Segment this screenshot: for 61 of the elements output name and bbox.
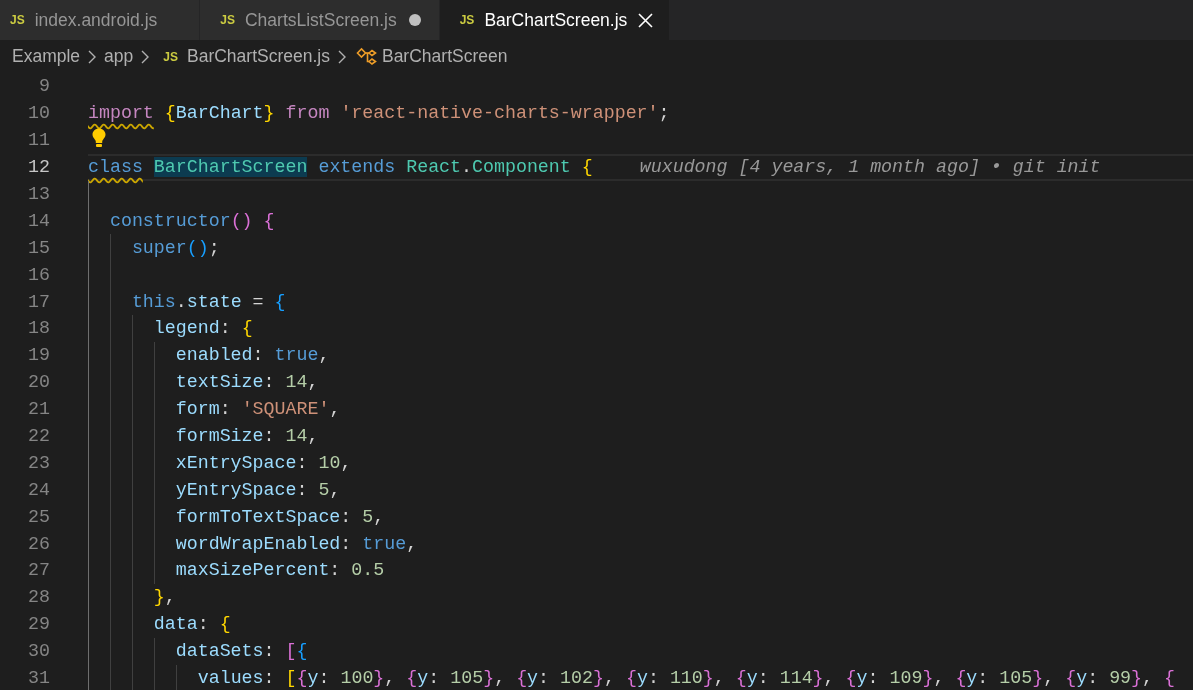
- line-number: 23: [27, 452, 50, 473]
- code-line: enabled: true,: [175, 345, 330, 366]
- line-number: 11: [27, 130, 50, 151]
- lightbulb-icon[interactable]: [92, 127, 106, 147]
- code-line: this.state = {: [131, 291, 286, 312]
- breadcrumb-item[interactable]: app: [104, 43, 134, 70]
- unsaved-dot-icon: [408, 14, 421, 26]
- code-line: values: [{y: 100}, {y: 105}, {y: 102}, {y: 110}, {y: 114}, {y: 109}, {y: 105}, {y: 99}, {: [197, 668, 1175, 689]
- code-line: yEntrySpace: 5,: [175, 479, 341, 500]
- code-line: legend: {: [153, 318, 253, 339]
- editor-tab[interactable]: JS BarChartScreen.js: [439, 0, 670, 40]
- line-number: 19: [27, 345, 50, 366]
- code-line: formToTextSpace: 5,: [175, 506, 385, 527]
- js-file-icon: JS: [220, 14, 235, 26]
- line-number: 17: [27, 291, 50, 312]
- chevron-right-icon: [88, 49, 97, 64]
- editor-tab[interactable]: JS ChartsListScreen.js: [200, 0, 440, 40]
- breadcrumb-item[interactable]: JS BarChartScreen.js: [157, 43, 330, 70]
- line-number: 15: [27, 237, 50, 258]
- chevron-right-icon: [141, 49, 150, 64]
- code-line: formSize: 14,: [175, 426, 319, 446]
- line-number: 24: [27, 479, 50, 500]
- js-file-icon: JS: [163, 50, 178, 63]
- line-number: 31: [27, 668, 50, 689]
- code-line: },: [153, 587, 176, 608]
- line-number: 30: [27, 641, 50, 662]
- line-number: 29: [27, 614, 50, 635]
- breadcrumb-item[interactable]: BarChartScreen: [353, 43, 508, 70]
- code-line: dataSets: [{: [175, 641, 308, 662]
- code-line: wordWrapEnabled: true,: [175, 533, 418, 554]
- line-number: 27: [27, 560, 50, 581]
- code-line: constructor() {: [109, 210, 275, 231]
- line-number: 9: [38, 76, 50, 97]
- line-number: 22: [27, 426, 50, 446]
- line-number: 12: [27, 157, 50, 178]
- code-line: xEntrySpace: 10,: [175, 452, 352, 473]
- code-line: class BarChartScreen extends React.Component {: [88, 157, 593, 178]
- close-icon[interactable]: [637, 12, 653, 28]
- line-number: 13: [27, 184, 50, 204]
- line-number: 16: [27, 264, 50, 285]
- line-number: 10: [27, 103, 50, 124]
- line-number: 14: [27, 210, 50, 231]
- line-number: 20: [27, 372, 50, 393]
- git-blame-annotation: wuxudong [4 years, 1 month ago] • git init: [639, 157, 1101, 178]
- code-line: form: 'SQUARE',: [175, 399, 341, 420]
- line-number: 28: [27, 587, 50, 608]
- code-line: import {BarChart} from 'react-native-charts-wrapper';: [88, 103, 670, 124]
- line-number: 21: [27, 399, 50, 420]
- js-file-icon: JS: [459, 14, 475, 26]
- line-number: 26: [27, 533, 50, 554]
- editor-tab[interactable]: JS index.android.js: [0, 0, 201, 40]
- hierarchy-icon: [355, 47, 378, 66]
- code-line: super();: [131, 237, 220, 258]
- code-line: maxSizePercent: 0.5: [175, 560, 385, 581]
- code-line: textSize: 14,: [175, 372, 319, 393]
- line-number: 18: [27, 318, 50, 339]
- line-number: 25: [27, 506, 50, 527]
- code-line: data: {: [153, 614, 231, 635]
- breadcrumb-item[interactable]: Example: [12, 43, 81, 70]
- chevron-right-icon: [337, 49, 346, 64]
- js-file-icon: JS: [10, 14, 25, 26]
